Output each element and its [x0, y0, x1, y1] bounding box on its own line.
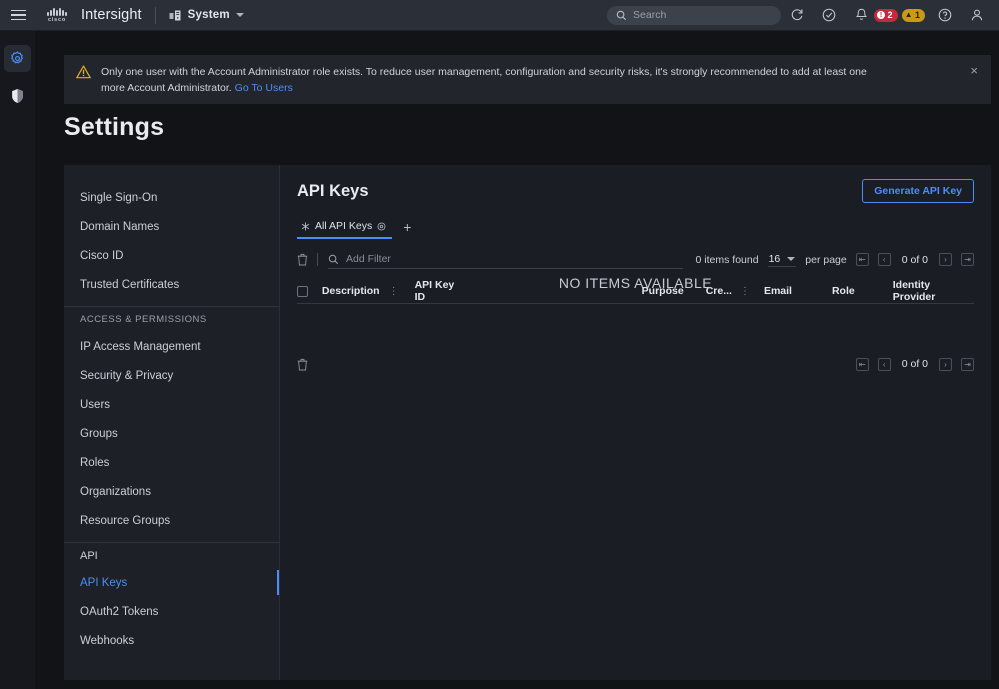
warning-count: 1 — [914, 10, 920, 20]
api-keys-panel: API Keys Generate API Key All API Keys +… — [280, 165, 991, 680]
footer-first-page-button[interactable]: ⇤ — [855, 357, 869, 371]
sidebar-item-ip-access-management[interactable]: IP Access Management — [64, 332, 279, 361]
global-search-input[interactable]: Search — [607, 5, 782, 25]
left-rail — [0, 31, 35, 689]
star-icon — [301, 222, 310, 231]
tab-all-api-keys[interactable]: All API Keys — [297, 220, 393, 239]
scope-label: System — [187, 9, 230, 21]
account-admin-alert-banner: Only one user with the Account Administr… — [64, 55, 991, 104]
nav-divider — [154, 6, 156, 24]
cisco-logo-word: cisco — [47, 16, 67, 23]
critical-icon: ! — [877, 11, 886, 19]
critical-count: 2 — [887, 10, 893, 20]
panel-title: API Keys — [297, 181, 369, 200]
nav-right-group: Search ! 2 ▲ 1 — [607, 0, 999, 31]
settings-sidebar: Single Sign-On Domain Names Cisco ID Tru… — [64, 165, 280, 680]
items-found-count: 0 items found — [695, 253, 759, 266]
add-tab-icon[interactable]: + — [403, 220, 411, 234]
sidebar-section-access-permissions: ACCESS & PERMISSIONS — [64, 306, 279, 332]
help-icon[interactable] — [929, 0, 961, 31]
search-icon — [616, 10, 627, 21]
hamburger-menu-icon[interactable] — [0, 9, 36, 21]
contrast-shield-icon[interactable] — [4, 82, 31, 109]
top-navigation-bar: cisco Intersight System Search ! 2 ▲ 1 — [0, 0, 999, 31]
brand-title: Intersight — [81, 7, 142, 23]
sidebar-item-resource-groups[interactable]: Resource Groups — [64, 506, 279, 535]
footer-pagination-group: ⇤ ‹ 0 of 0 › ⇥ — [855, 357, 974, 371]
footer-page-indicator: 0 of 0 — [901, 358, 928, 370]
sidebar-item-trusted-certificates[interactable]: Trusted Certificates — [64, 270, 279, 299]
user-avatar-icon[interactable] — [961, 0, 993, 31]
critical-alarm-badge[interactable]: ! 2 — [874, 8, 898, 22]
per-page-value: 16 — [768, 252, 781, 265]
first-page-button[interactable]: ⇤ — [855, 253, 869, 266]
sidebar-item-domain-names[interactable]: Domain Names — [64, 212, 279, 241]
refresh-icon[interactable] — [781, 0, 813, 31]
warning-alarm-badge[interactable]: ▲ 1 — [901, 8, 925, 22]
footer-last-page-button[interactable]: ⇥ — [961, 357, 974, 371]
cisco-logo: cisco — [42, 7, 72, 23]
tab-label: All API Keys — [315, 220, 373, 232]
page-indicator: 0 of 0 — [901, 253, 928, 266]
alert-message-text: Only one user with the Account Administr… — [101, 66, 867, 94]
trash-icon[interactable] — [297, 253, 308, 266]
alert-message: Only one user with the Account Administr… — [101, 64, 891, 96]
last-page-button[interactable]: ⇥ — [961, 253, 974, 266]
sidebar-item-webhooks[interactable]: Webhooks — [64, 626, 279, 655]
gear-small-icon[interactable] — [377, 222, 386, 231]
warning-triangle-icon — [76, 65, 91, 79]
footer-prev-page-button[interactable]: ‹ — [877, 357, 891, 371]
sidebar-item-api-keys[interactable]: API Keys — [64, 568, 279, 597]
sidebar-section-api: API — [64, 542, 279, 568]
chevron-down-icon — [235, 13, 244, 17]
sidebar-item-cisco-id[interactable]: Cisco ID — [64, 241, 279, 270]
scope-selector[interactable]: System — [169, 9, 244, 22]
add-filter-placeholder: Add Filter — [346, 253, 391, 265]
bell-icon[interactable] — [845, 0, 877, 31]
sidebar-item-security-privacy[interactable]: Security & Privacy — [64, 361, 279, 390]
server-rack-icon — [169, 9, 182, 22]
settings-card: Single Sign-On Domain Names Cisco ID Tru… — [64, 165, 991, 680]
check-circle-icon[interactable] — [813, 0, 845, 31]
sidebar-item-single-sign-on[interactable]: Single Sign-On — [64, 183, 279, 212]
trash-icon[interactable] — [297, 358, 308, 371]
sidebar-item-organizations[interactable]: Organizations — [64, 477, 279, 506]
close-icon[interactable]: × — [967, 64, 981, 78]
sidebar-item-users[interactable]: Users — [64, 390, 279, 419]
global-search-placeholder: Search — [633, 9, 667, 21]
go-to-users-link[interactable]: Go To Users — [235, 82, 293, 94]
chevron-down-icon — [787, 256, 796, 261]
generate-api-key-button[interactable]: Generate API Key — [862, 179, 974, 203]
warning-triangle-small-icon: ▲ — [904, 10, 913, 19]
panel-header: API Keys Generate API Key — [280, 165, 991, 203]
toolbar-divider — [317, 253, 318, 266]
add-filter-input[interactable]: Add Filter — [328, 250, 683, 269]
settings-gear-icon[interactable] — [4, 45, 31, 72]
table-footer: ⇤ ‹ 0 of 0 › ⇥ — [297, 353, 974, 375]
per-page-label: per page — [805, 253, 847, 266]
prev-page-button[interactable]: ‹ — [877, 253, 891, 266]
empty-state-message: NO ITEMS AVAILABLE — [558, 275, 713, 291]
sidebar-item-roles[interactable]: Roles — [64, 448, 279, 477]
pagination-group: 0 items found 16 per page ⇤ ‹ 0 of 0 › ⇥ — [696, 253, 974, 267]
sidebar-item-groups[interactable]: Groups — [64, 419, 279, 448]
per-page-select[interactable]: 16 — [767, 252, 797, 267]
table-toolbar: Add Filter 0 items found 16 per page ⇤ ‹… — [297, 245, 974, 274]
sidebar-item-oauth2-tokens[interactable]: OAuth2 Tokens — [64, 597, 279, 626]
footer-next-page-button[interactable]: › — [939, 357, 952, 371]
next-page-button[interactable]: › — [939, 253, 952, 266]
page-title: Settings — [64, 113, 165, 141]
tab-bar: All API Keys + — [297, 220, 991, 239]
search-icon — [328, 254, 339, 265]
